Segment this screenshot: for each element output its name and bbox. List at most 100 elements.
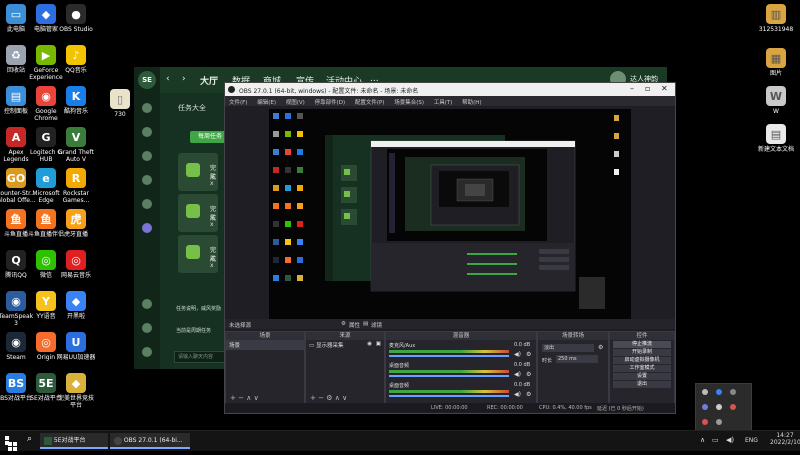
desktop-icon[interactable]: ◆ 完美世界竞技平台 xyxy=(56,373,96,409)
stop-streaming-button[interactable]: 停止推流 xyxy=(613,341,671,348)
close-icon[interactable]: ✕ xyxy=(661,84,668,93)
volume-slider[interactable] xyxy=(389,395,509,397)
bluetooth-icon[interactable] xyxy=(716,389,722,395)
gear-icon[interactable]: ⚙ xyxy=(526,391,531,398)
tray-chevron-icon[interactable]: ∧ xyxy=(700,436,705,444)
se-logo-icon[interactable]: SE xyxy=(138,71,156,89)
se-nav-icon[interactable] xyxy=(142,199,152,209)
speaker-icon[interactable]: ◀) xyxy=(514,391,521,398)
network-icon[interactable]: ▭ xyxy=(712,436,719,444)
add-icon[interactable]: + xyxy=(310,394,316,402)
gear-icon[interactable]: ⚙ xyxy=(341,321,346,327)
network-icon[interactable] xyxy=(730,389,736,395)
duration-label: 时长 xyxy=(542,358,553,364)
menu-view[interactable]: 视图(V) xyxy=(286,100,305,106)
volume-slider[interactable] xyxy=(389,355,509,357)
source-item[interactable]: ▭ 显示器采集 ◉ ▣ xyxy=(306,340,384,350)
se-sidebar: SE xyxy=(134,67,160,369)
transition-select[interactable]: 淡出 xyxy=(542,344,594,352)
menu-scene-collection[interactable]: 场景集合(S) xyxy=(394,100,424,106)
se-nav-icon[interactable] xyxy=(142,151,152,161)
forward-icon[interactable]: › xyxy=(182,74,186,84)
exit-button[interactable]: 退出 xyxy=(613,381,671,388)
shield-icon[interactable] xyxy=(702,404,708,410)
task-card[interactable]: 完成 2 x xyxy=(178,235,218,273)
scene-item[interactable]: 场景 xyxy=(226,340,304,350)
task-card[interactable]: 完成 5 x xyxy=(178,153,218,191)
start-recording-button[interactable]: 开始录制 xyxy=(613,349,671,356)
gear-icon[interactable]: ⚙ xyxy=(526,351,531,358)
desktop-icon[interactable]: ● OBS Studio xyxy=(56,4,96,33)
volume-slider[interactable] xyxy=(389,375,509,377)
desktop-icon[interactable]: ▦ 图片 xyxy=(756,48,796,77)
record-icon[interactable] xyxy=(730,404,736,410)
se-nav-icon[interactable] xyxy=(142,175,152,185)
move-down-icon[interactable]: ∨ xyxy=(254,394,259,402)
se-nav-icon[interactable] xyxy=(142,127,152,137)
desktop-icon[interactable]: ◎ 网易云音乐 xyxy=(56,250,96,279)
tab-lobby[interactable]: 大厅 xyxy=(200,74,218,87)
clock[interactable]: 14:27 2022/2/10 xyxy=(770,432,800,446)
desktop-icon[interactable]: U 网易UU加速器 xyxy=(56,332,96,361)
monitor-icon: ▭ xyxy=(309,343,315,349)
desktop-icon[interactable]: ◆ 开黑啦 xyxy=(56,291,96,320)
speaker-icon[interactable]: ◀) xyxy=(514,351,521,358)
desktop-icon[interactable]: ▤ 新建文本文档 xyxy=(756,124,796,153)
dock-header: 混音器 xyxy=(386,332,536,340)
eye-icon[interactable]: ◉ xyxy=(367,341,372,347)
menu-docks[interactable]: 停靠部件(D) xyxy=(315,100,346,106)
se-nav-icon[interactable] xyxy=(142,103,152,113)
start-virtual-camera-button[interactable]: 启动虚拟摄像机 xyxy=(613,357,671,364)
minimize-icon[interactable]: – xyxy=(630,84,634,93)
volume-icon[interactable]: ◀) xyxy=(726,436,734,444)
se-nav-icon[interactable] xyxy=(142,323,152,333)
desktop-icon[interactable]: 虎虎牙直播 xyxy=(56,209,96,238)
menu-edit[interactable]: 编辑(E) xyxy=(257,100,276,106)
gear-icon[interactable]: ⚙ xyxy=(526,371,531,378)
speaker-icon[interactable]: ◀) xyxy=(514,371,521,378)
move-down-icon[interactable]: ∨ xyxy=(342,394,347,402)
obs-titlebar[interactable]: OBS 27.0.1 (64-bit, windows) - 配置文件: 未命名… xyxy=(225,83,675,96)
taskbar-app-5e[interactable]: 5E对战平台 xyxy=(40,433,108,449)
arrow-icon[interactable] xyxy=(716,404,722,410)
desktop-icon[interactable]: R Rockstar Games... xyxy=(56,168,96,204)
taskbar-app-obs[interactable]: OBS 27.0.1 (64-bi... xyxy=(110,433,190,449)
move-up-icon[interactable]: ∧ xyxy=(246,394,251,402)
desktop-icon[interactable]: V Grand Theft Auto V xyxy=(56,127,96,163)
se-nav-icon-active[interactable] xyxy=(142,223,152,233)
properties-button[interactable]: 属性 xyxy=(349,321,360,329)
studio-mode-button[interactable]: 工作室模式 xyxy=(613,365,671,372)
gear-icon[interactable]: ⚙ xyxy=(326,394,332,402)
back-icon[interactable]: ‹ xyxy=(166,74,170,84)
lock-icon[interactable]: ▣ xyxy=(376,341,381,347)
menu-help[interactable]: 帮助(H) xyxy=(462,100,481,106)
settings-button[interactable]: 设置 xyxy=(613,373,671,380)
menu-tools[interactable]: 工具(T) xyxy=(434,100,453,106)
desktop-icon[interactable]: ▥ 312531948 xyxy=(756,4,796,33)
menu-profile[interactable]: 配置文件(P) xyxy=(355,100,385,106)
usb-icon[interactable] xyxy=(702,389,708,395)
duration-input[interactable]: 250 ms xyxy=(556,355,598,363)
maximize-icon[interactable]: ▫ xyxy=(645,84,650,93)
gear-icon[interactable]: ⚙ xyxy=(598,344,603,351)
start-button[interactable] xyxy=(8,436,17,451)
filters-button[interactable]: 滤镜 xyxy=(371,321,382,329)
search-icon[interactable]: ⌕ xyxy=(27,434,32,444)
desktop-icon[interactable]: K 酷狗音乐 xyxy=(56,86,96,115)
move-up-icon[interactable]: ∧ xyxy=(335,394,340,402)
add-icon[interactable]: + xyxy=(230,394,236,402)
remove-icon[interactable]: − xyxy=(238,394,244,402)
se-nav-icon[interactable] xyxy=(142,347,152,357)
chat-input[interactable]: 请输入聊天内容 xyxy=(174,351,229,363)
desktop-icon[interactable]: ♪ QQ音乐 xyxy=(56,45,96,74)
steam-tray-icon[interactable] xyxy=(716,419,722,425)
se-search-icon[interactable] xyxy=(142,299,152,309)
filter-icon[interactable]: ▤ xyxy=(363,321,368,327)
menu-file[interactable]: 文件(F) xyxy=(229,100,247,106)
input-language[interactable]: ENG xyxy=(745,437,758,444)
remove-icon[interactable]: − xyxy=(318,394,324,402)
desktop-icon[interactable]: WW xyxy=(756,86,796,115)
shield-icon: ◆ xyxy=(36,4,56,24)
obs-tray-icon[interactable] xyxy=(702,419,708,425)
task-card[interactable]: 完成 5 x xyxy=(178,194,218,232)
